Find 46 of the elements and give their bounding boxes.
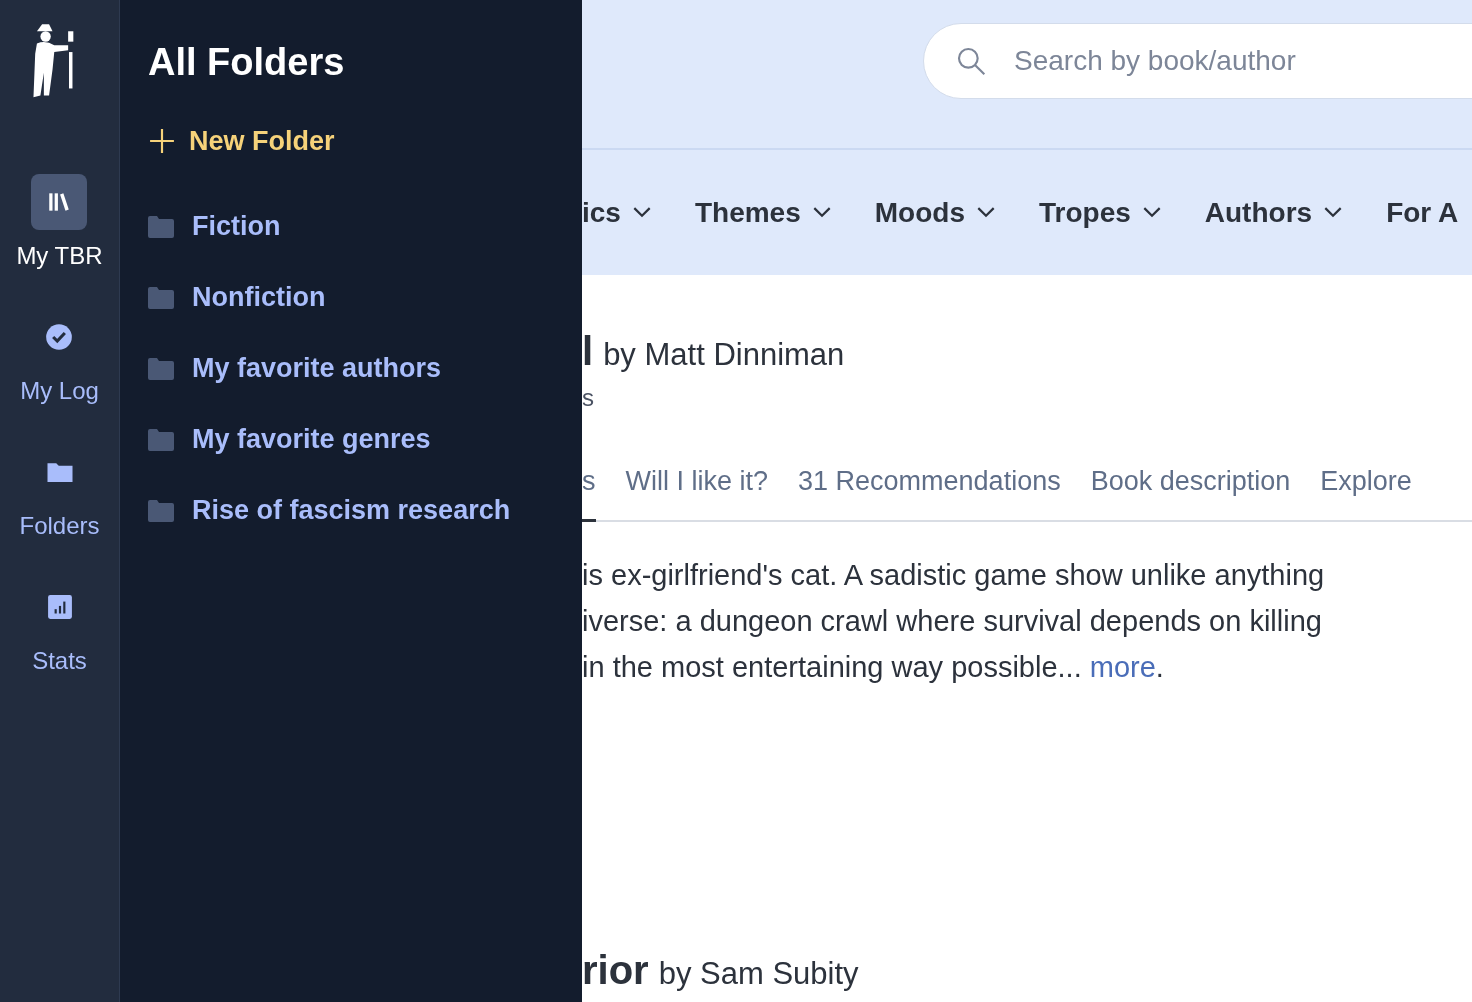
drawer-title: All Folders <box>148 40 346 85</box>
folder-icon <box>148 215 174 238</box>
book-tab[interactable]: Book description <box>1090 466 1291 522</box>
more-link[interactable]: more <box>1089 651 1156 683</box>
book-title[interactable]: l <box>582 329 594 374</box>
new-folder-button[interactable]: New Folder <box>148 116 335 166</box>
chevron-down-icon <box>977 207 995 218</box>
book-meta: s <box>582 384 595 412</box>
category-menu[interactable]: Tropes <box>1039 196 1161 229</box>
rail-item[interactable]: Stats <box>31 579 88 714</box>
chevron-down-icon <box>812 207 831 218</box>
plus-icon <box>149 128 175 154</box>
book-author: by Sam Subity <box>658 956 859 992</box>
description-line: iverse: a dungeon crawl where survival depends on killing <box>582 604 1323 639</box>
chevron-down-icon <box>1324 207 1343 218</box>
category-menu[interactable]: For A <box>1386 196 1459 229</box>
search-icon <box>955 45 987 77</box>
folder-item[interactable]: My favorite genres <box>148 404 582 475</box>
folder-item[interactable]: Fiction <box>148 191 582 262</box>
folder-icon <box>148 499 174 522</box>
book-tab[interactable]: Explore <box>1320 466 1412 522</box>
category-menu[interactable]: Authors <box>1204 196 1343 229</box>
book-tab[interactable]: Will I like it? <box>625 466 768 522</box>
chevron-down-icon <box>1142 207 1161 218</box>
folder-item[interactable]: My favorite authors <box>148 333 582 404</box>
rail-item[interactable]: Folders <box>19 444 100 579</box>
category-menu[interactable]: ics <box>582 196 651 229</box>
check-circle-icon <box>45 323 74 351</box>
folder-icon <box>148 357 174 380</box>
book-author: by Matt Dinniman <box>603 337 845 373</box>
chevron-down-icon <box>632 207 651 218</box>
chart-icon <box>46 594 73 620</box>
book-tab[interactable]: 31 Recommendations <box>798 466 1061 522</box>
book-title[interactable]: rior <box>582 948 649 993</box>
description-line: in the most entertaining way possible... more. <box>582 650 1165 685</box>
rail-item[interactable]: My TBR <box>16 174 103 309</box>
search-field[interactable]: Search by book/author <box>923 23 1472 99</box>
category-menu[interactable]: Moods <box>874 196 995 229</box>
folder-item[interactable]: Rise of fascism research <box>148 475 582 546</box>
folder-icon <box>148 428 174 451</box>
description-line: is ex-girlfriend's cat. A sadistic game show unlike anything <box>582 558 1326 593</box>
book-tab[interactable]: s <box>582 466 596 522</box>
folder-item[interactable]: Nonfiction <box>148 262 582 333</box>
rail-item[interactable]: My Log <box>20 309 99 444</box>
category-menu[interactable]: Themes <box>694 196 831 229</box>
folder-icon <box>148 286 174 309</box>
